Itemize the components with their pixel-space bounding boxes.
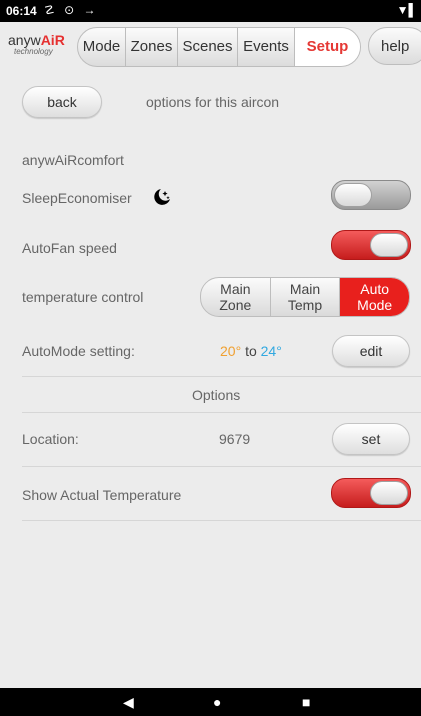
toggle-knob (334, 183, 372, 207)
temperature-control-selector: Main Zone Main Temp Auto Mode (200, 277, 410, 317)
main-temp-option[interactable]: Main Temp (269, 278, 340, 316)
toggle-knob (370, 481, 408, 505)
location-value: 9679 (219, 431, 251, 447)
nav-recents-icon[interactable]: ■ (302, 694, 310, 710)
nav-back-icon[interactable]: ◀ (123, 694, 134, 710)
automode-to: to (245, 343, 257, 359)
signal-icon: ▼▌ (396, 3, 417, 17)
divider (22, 412, 421, 413)
tab-setup[interactable]: Setup (294, 28, 360, 66)
system-nav-bar: ◀ ● ■ (0, 688, 421, 716)
logo-name-suffix: AiR (40, 32, 65, 48)
automode-low-temp: 20° (220, 343, 242, 359)
help-button[interactable]: help (368, 27, 421, 65)
logo-tagline: technology (14, 47, 53, 56)
toggle-knob (370, 233, 408, 257)
autofan-label: AutoFan speed (22, 240, 117, 256)
tab-mode[interactable]: Mode (78, 28, 125, 66)
options-title: Options (192, 387, 241, 403)
edit-button[interactable]: edit (332, 335, 410, 367)
location-label: Location: (22, 431, 79, 447)
tab-scenes[interactable]: Scenes (177, 28, 237, 66)
status-icons: ☡ ⊙ → (44, 3, 99, 17)
anywair-logo: anywAiR technology (8, 33, 68, 65)
status-bar: 06:14 ☡ ⊙ → ▼▌ (0, 0, 421, 22)
automode-label: AutoMode setting: (22, 343, 135, 359)
main-zone-option[interactable]: Main Zone (201, 278, 270, 316)
status-time: 06:14 (6, 4, 37, 18)
back-button[interactable]: back (22, 86, 102, 118)
tab-events[interactable]: Events (237, 28, 294, 66)
divider (22, 376, 421, 377)
section-title: anywAiRcomfort (22, 152, 124, 168)
automode-range: 20° to 24° (220, 343, 282, 359)
nav-home-icon[interactable]: ● (213, 694, 221, 710)
top-navigation: anywAiR technology Mode Zones Scenes Eve… (0, 22, 421, 72)
page-title: options for this aircon (146, 94, 280, 110)
auto-mode-option[interactable]: Auto Mode (339, 278, 409, 316)
set-location-button[interactable]: set (332, 423, 410, 455)
automode-high-temp: 24° (260, 343, 282, 359)
logo-name-prefix: anyw (8, 32, 41, 48)
divider (22, 466, 421, 467)
divider (22, 520, 421, 521)
sleep-economiser-label: SleepEconomiser (22, 190, 132, 206)
tab-zones[interactable]: Zones (125, 28, 177, 66)
main-tabs: Mode Zones Scenes Events Setup (77, 27, 361, 67)
show-actual-temp-label: Show Actual Temperature (22, 487, 182, 503)
temperature-control-label: temperature control (22, 289, 144, 305)
sleep-economiser-toggle[interactable] (331, 180, 411, 210)
show-actual-temp-toggle[interactable] (331, 478, 411, 508)
moon-stars-icon (154, 189, 170, 205)
autofan-toggle[interactable] (331, 230, 411, 260)
